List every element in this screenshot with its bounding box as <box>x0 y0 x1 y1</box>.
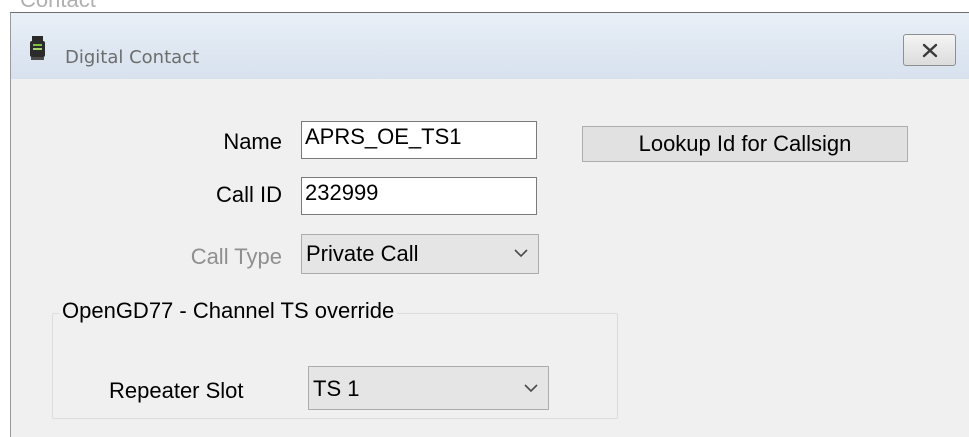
name-field[interactable]: APRS_OE_TS1 <box>301 121 537 159</box>
parent-window-strip: Contact <box>0 0 969 12</box>
chevron-down-icon <box>514 249 528 258</box>
digital-contact-dialog: Digital Contact Name APRS_OE_TS1 Lookup … <box>10 12 969 437</box>
ts-override-group: OpenGD77 - Channel TS override Repeater … <box>52 298 618 419</box>
call-id-label: Call ID <box>215 182 282 207</box>
lookup-id-button[interactable]: Lookup Id for Callsign <box>582 126 908 162</box>
call-type-label: Call Type <box>190 244 282 269</box>
title-bar[interactable]: Digital Contact <box>11 13 969 79</box>
close-button[interactable] <box>903 34 956 66</box>
call-id-field[interactable]: 232999 <box>301 177 537 215</box>
repeater-slot-label: Repeater Slot <box>109 378 244 403</box>
call-type-select[interactable]: Private Call <box>301 234 539 274</box>
ts-override-group-title: OpenGD77 - Channel TS override <box>59 298 398 324</box>
parent-window-text: Contact <box>20 0 96 12</box>
name-label: Name <box>223 129 282 154</box>
repeater-slot-value: TS 1 <box>313 376 360 401</box>
call-type-value: Private Call <box>306 241 419 266</box>
radio-handset-icon <box>29 36 47 60</box>
chevron-down-icon <box>524 384 538 393</box>
window-title: Digital Contact <box>65 47 200 68</box>
dialog-client-area: Name APRS_OE_TS1 Lookup Id for Callsign … <box>19 79 960 427</box>
close-icon <box>922 43 938 58</box>
repeater-slot-select[interactable]: TS 1 <box>308 366 549 410</box>
